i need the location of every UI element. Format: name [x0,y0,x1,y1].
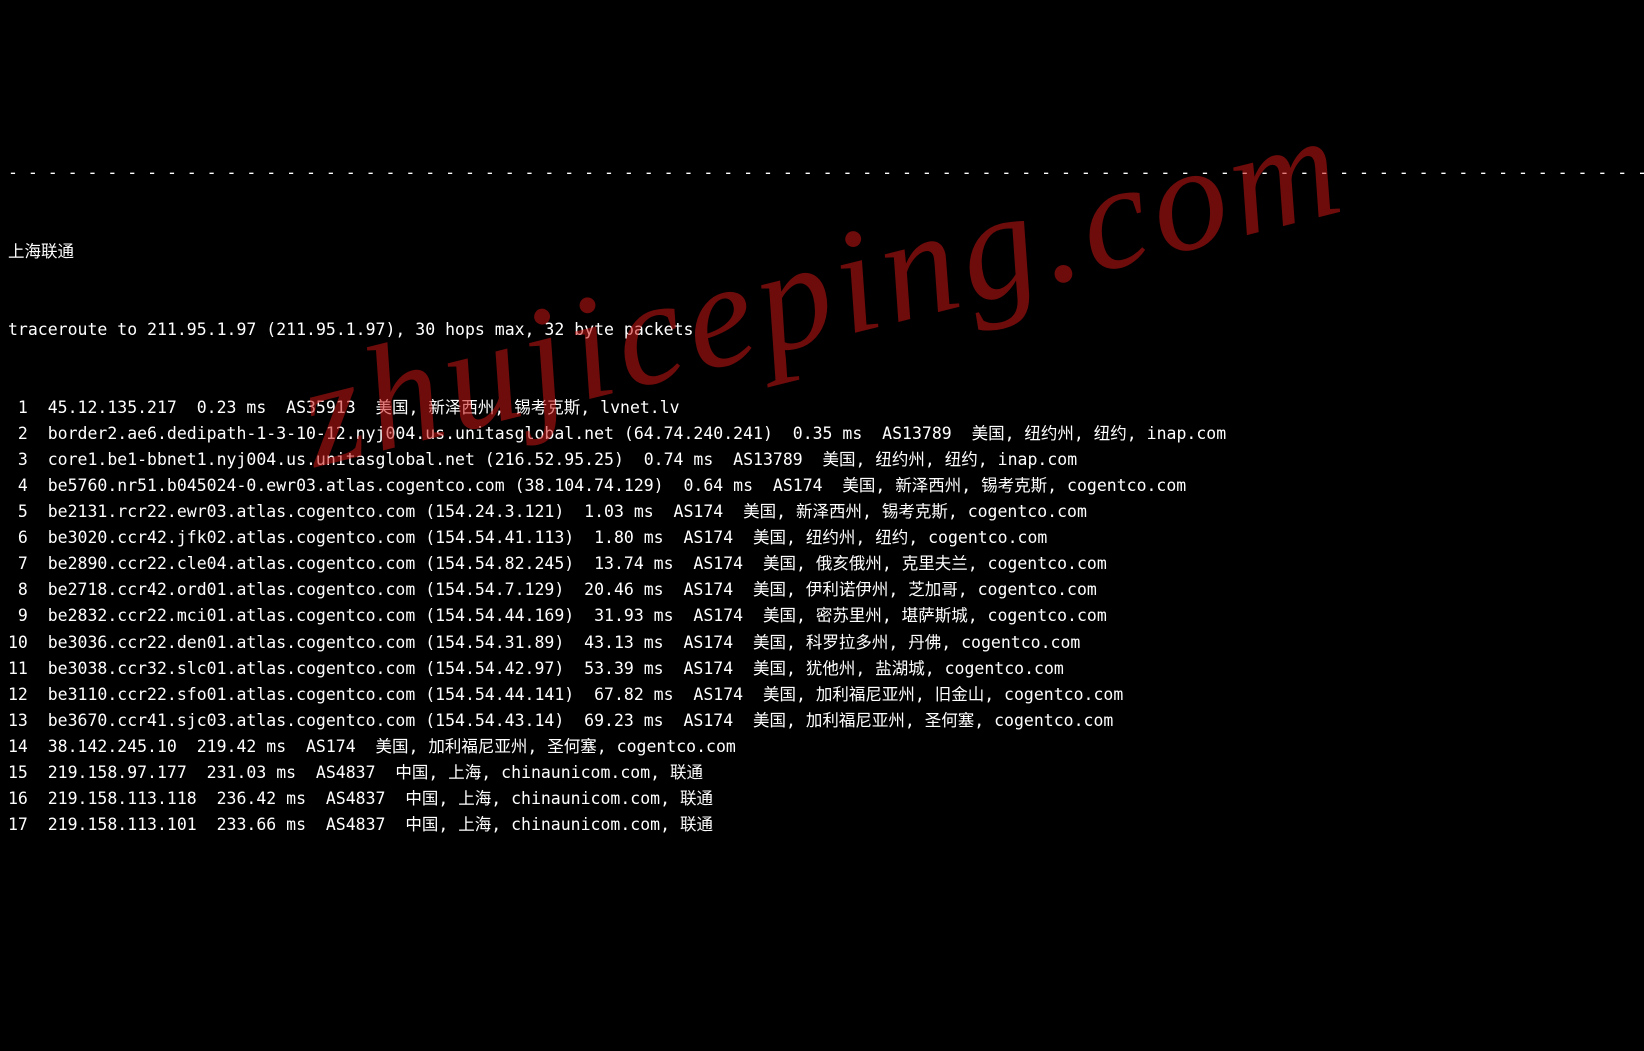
traceroute-hop-row: 16 219.158.113.118 236.42 ms AS4837 中国, 上… [8,786,1636,812]
hop-number: 7 [8,551,28,577]
hop-detail: be3110.ccr22.sfo01.atlas.cogentco.com (1… [48,685,1124,704]
hop-detail: be2131.rcr22.ewr03.atlas.cogentco.com (1… [48,502,1087,521]
traceroute-hop-row: 4 be5760.nr51.b045024-0.ewr03.atlas.cogen… [8,473,1636,499]
traceroute-hop-row: 3 core1.be1-bbnet1.nyj004.us.unitasglobal… [8,447,1636,473]
traceroute-hop-row: 8 be2718.ccr42.ord01.atlas.cogentco.com (… [8,577,1636,603]
hop-number: 12 [8,682,28,708]
hop-number: 6 [8,525,28,551]
traceroute-hop-row: 10 be3036.ccr22.den01.atlas.cogentco.com … [8,630,1636,656]
hop-number: 8 [8,577,28,603]
hop-detail: 219.158.113.118 236.42 ms AS4837 中国, 上海,… [48,789,713,808]
hop-number: 5 [8,499,28,525]
separator-line: - - - - - - - - - - - - - - - - - - - - … [8,160,1636,186]
hop-number: 3 [8,447,28,473]
traceroute-hop-row: 7 be2890.ccr22.cle04.atlas.cogentco.com (… [8,551,1636,577]
hop-detail: be3020.ccr42.jfk02.atlas.cogentco.com (1… [48,528,1048,547]
hop-number: 16 [8,786,28,812]
traceroute-hop-row: 15 219.158.97.177 231.03 ms AS4837 中国, 上海… [8,760,1636,786]
terminal-output: - - - - - - - - - - - - - - - - - - - - … [8,108,1636,864]
hop-detail: 38.142.245.10 219.42 ms AS174 美国, 加利福尼亚州… [48,737,736,756]
hop-detail: be2890.ccr22.cle04.atlas.cogentco.com (1… [48,554,1107,573]
hop-detail: border2.ae6.dedipath-1-3-10-12.nyj004.us… [48,424,1226,443]
hop-detail: core1.be1-bbnet1.nyj004.us.unitasglobal.… [48,450,1077,469]
hop-number: 13 [8,708,28,734]
traceroute-hop-row: 2 border2.ae6.dedipath-1-3-10-12.nyj004.u… [8,421,1636,447]
traceroute-hop-row: 1 45.12.135.217 0.23 ms AS35913 美国, 新泽西州,… [8,395,1636,421]
traceroute-hop-row: 5 be2131.rcr22.ewr03.atlas.cogentco.com (… [8,499,1636,525]
hop-number: 4 [8,473,28,499]
hop-detail: 219.158.97.177 231.03 ms AS4837 中国, 上海, … [48,763,703,782]
traceroute-hop-row: 13 be3670.ccr41.sjc03.atlas.cogentco.com … [8,708,1636,734]
hop-detail: be2718.ccr42.ord01.atlas.cogentco.com (1… [48,580,1097,599]
traceroute-hop-row: 17 219.158.113.101 233.66 ms AS4837 中国, 上… [8,812,1636,838]
hop-number: 10 [8,630,28,656]
hop-number: 14 [8,734,28,760]
traceroute-header: traceroute to 211.95.1.97 (211.95.1.97),… [8,317,1636,343]
hop-number: 17 [8,812,28,838]
hop-detail: be3036.ccr22.den01.atlas.cogentco.com (1… [48,633,1081,652]
hop-detail: be3670.ccr41.sjc03.atlas.cogentco.com (1… [48,711,1114,730]
hop-number: 11 [8,656,28,682]
hop-detail: be3038.ccr32.slc01.atlas.cogentco.com (1… [48,659,1064,678]
traceroute-hops: 1 45.12.135.217 0.23 ms AS35913 美国, 新泽西州,… [8,395,1636,838]
traceroute-hop-row: 9 be2832.ccr22.mci01.atlas.cogentco.com (… [8,603,1636,629]
hop-number: 9 [8,603,28,629]
hop-detail: be2832.ccr22.mci01.atlas.cogentco.com (1… [48,606,1107,625]
traceroute-hop-row: 6 be3020.ccr42.jfk02.atlas.cogentco.com (… [8,525,1636,551]
traceroute-hop-row: 12 be3110.ccr22.sfo01.atlas.cogentco.com … [8,682,1636,708]
hop-number: 1 [8,395,28,421]
hop-number: 15 [8,760,28,786]
traceroute-hop-row: 14 38.142.245.10 219.42 ms AS174 美国, 加利福尼… [8,734,1636,760]
title-line: 上海联通 [8,239,1636,265]
hop-detail: 219.158.113.101 233.66 ms AS4837 中国, 上海,… [48,815,713,834]
hop-detail: be5760.nr51.b045024-0.ewr03.atlas.cogent… [48,476,1187,495]
hop-detail: 45.12.135.217 0.23 ms AS35913 美国, 新泽西州, … [48,398,680,417]
traceroute-hop-row: 11 be3038.ccr32.slc01.atlas.cogentco.com … [8,656,1636,682]
hop-number: 2 [8,421,28,447]
